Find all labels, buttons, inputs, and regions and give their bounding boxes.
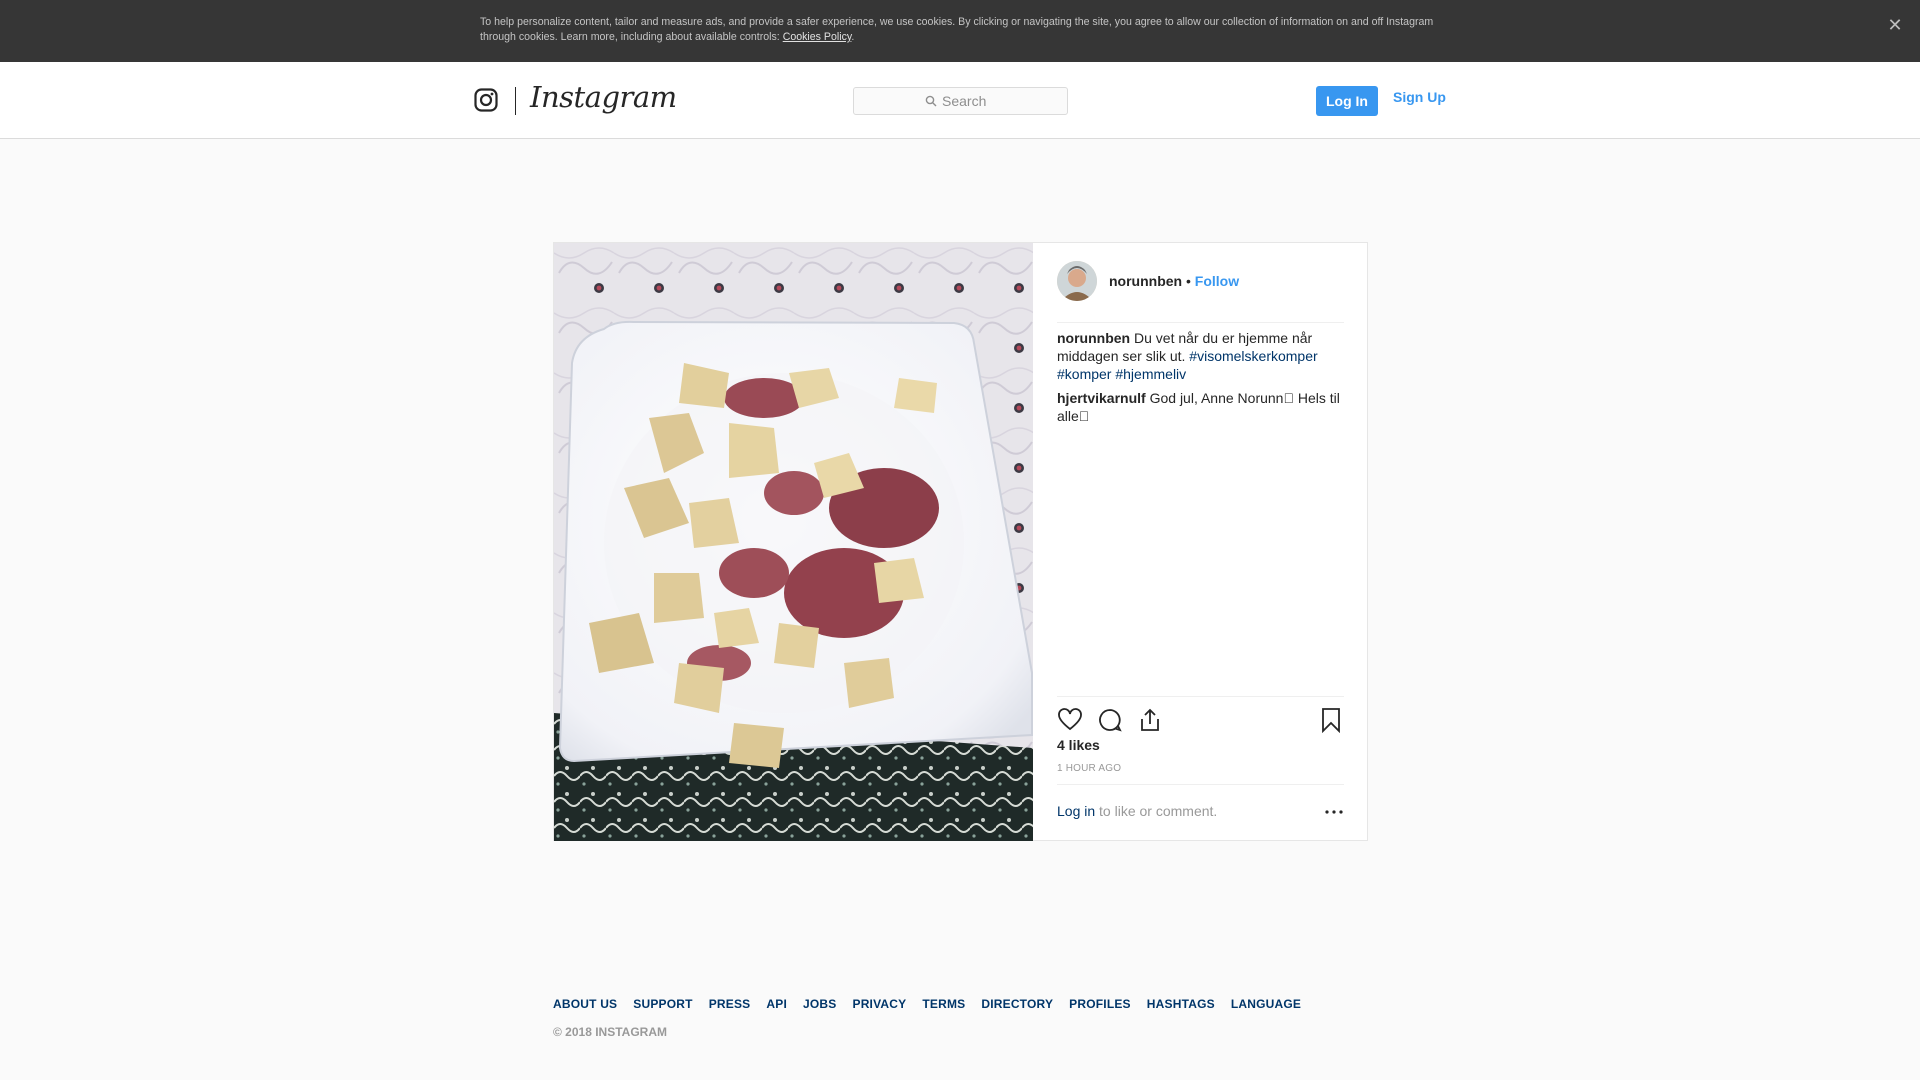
footer-link-terms[interactable]: TERMS (922, 997, 965, 1011)
cookie-text-suffix: . (851, 31, 855, 43)
search-placeholder: Search (942, 93, 987, 109)
footer-link-hashtags[interactable]: HASHTAGS (1147, 997, 1215, 1011)
post-actions (1057, 696, 1344, 736)
comment-item: hjertvikarnulf God jul, Anne Norunn  Hel… (1057, 389, 1347, 425)
footer-link-support[interactable]: SUPPORT (633, 997, 692, 1011)
post-timestamp: 1 HOUR AGO (1057, 763, 1122, 774)
likes-count[interactable]: 4 likes (1057, 737, 1100, 753)
bookmark-icon[interactable] (1318, 707, 1344, 733)
footer-link-about-us[interactable]: ABOUT US (553, 997, 617, 1011)
food-photo-image (554, 243, 1033, 841)
copyright: © 2018 INSTAGRAM (553, 1025, 667, 1039)
login-row-suffix: to like or comment. (1095, 803, 1218, 819)
comment-username[interactable]: norunnben (1057, 330, 1130, 346)
header-user-row: norunnben • Follow (1109, 273, 1239, 289)
avatar[interactable] (1057, 261, 1097, 301)
instagram-wordmark[interactable]: Instagram (530, 80, 677, 114)
search-input[interactable]: Search (853, 87, 1068, 115)
footer-nav: ABOUT US SUPPORT PRESS API JOBS PRIVACY … (553, 997, 1301, 1011)
login-button[interactable]: Log In (1316, 86, 1378, 116)
comment-icon[interactable] (1097, 707, 1123, 733)
cookie-banner: To help personalize content, tailor and … (0, 0, 1920, 62)
comments-list: norunnben Du vet når du er hjemme når mi… (1057, 329, 1347, 425)
post-sidebar: norunnben • Follow norunnben Du vet når … (1033, 243, 1368, 841)
hashtag-link[interactable]: #visomelskerkomper (1189, 348, 1317, 364)
cookie-text-body: To help personalize content, tailor and … (480, 16, 1434, 43)
search-icon (925, 95, 937, 107)
post-card: norunnben • Follow norunnben Du vet når … (553, 242, 1368, 841)
login-to-comment-row: Log in to like or comment. (1057, 784, 1344, 840)
header-separator: • (1186, 273, 1191, 289)
more-options-icon[interactable] (1324, 809, 1344, 815)
follow-button[interactable]: Follow (1195, 273, 1239, 289)
footer-link-language[interactable]: LANGUAGE (1231, 997, 1301, 1011)
signup-link[interactable]: Sign Up (1393, 89, 1446, 105)
footer-link-directory[interactable]: DIRECTORY (981, 997, 1053, 1011)
nav-divider (515, 87, 516, 115)
footer-link-api[interactable]: API (766, 997, 787, 1011)
close-icon[interactable]: ✕ (1884, 14, 1906, 36)
comment-item: norunnben Du vet når du er hjemme når mi… (1057, 329, 1347, 383)
cookies-policy-link[interactable]: Cookies Policy (783, 31, 852, 43)
hashtag-link[interactable]: #hjemmeliv (1115, 366, 1186, 382)
instagram-glyph-icon[interactable] (474, 88, 498, 112)
share-icon[interactable] (1137, 707, 1163, 733)
avatar-image (1057, 261, 1097, 301)
post-username[interactable]: norunnben (1109, 273, 1182, 289)
hashtag-link[interactable]: #komper (1057, 366, 1111, 382)
footer-link-privacy[interactable]: PRIVACY (852, 997, 906, 1011)
top-nav: Instagram Search Log In Sign Up (0, 62, 1920, 139)
login-link[interactable]: Log in (1057, 803, 1095, 819)
login-row-text: Log in to like or comment. (1057, 803, 1217, 819)
footer-link-profiles[interactable]: PROFILES (1069, 997, 1131, 1011)
comment-username[interactable]: hjertvikarnulf (1057, 390, 1146, 406)
footer-link-jobs[interactable]: JOBS (803, 997, 836, 1011)
footer-link-press[interactable]: PRESS (709, 997, 751, 1011)
post-photo[interactable] (554, 243, 1033, 841)
heart-icon[interactable] (1057, 707, 1083, 733)
post-header: norunnben • Follow (1057, 261, 1344, 323)
cookie-text: To help personalize content, tailor and … (480, 15, 1440, 45)
